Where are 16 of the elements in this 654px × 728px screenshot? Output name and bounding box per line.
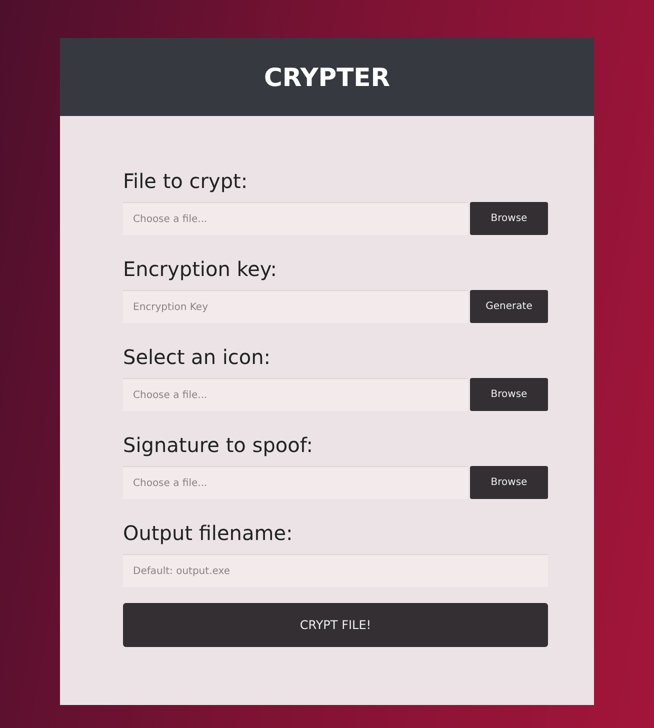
- action-button[interactable]: Browse: [470, 202, 548, 235]
- field-label: File to crypt:: [123, 168, 249, 194]
- field-label: Signature to spoof:: [123, 432, 314, 458]
- app-title: CRYPTER: [264, 62, 390, 92]
- action-button[interactable]: Browse: [470, 466, 548, 499]
- input-field[interactable]: Choose a file...: [123, 378, 468, 411]
- field-label: Select an icon:: [123, 344, 272, 370]
- action-button[interactable]: Generate: [470, 290, 548, 323]
- input-field[interactable]: Default: output.exe: [123, 554, 548, 587]
- input-field[interactable]: Encryption Key: [123, 290, 468, 323]
- crypt-button[interactable]: CRYPT FILE!: [123, 603, 548, 647]
- action-button[interactable]: Browse: [470, 378, 548, 411]
- input-field[interactable]: Choose a file...: [123, 466, 468, 499]
- field-label: Output filename:: [123, 520, 294, 546]
- field-label: Encryption key:: [123, 256, 278, 282]
- input-field[interactable]: Choose a file...: [123, 202, 468, 235]
